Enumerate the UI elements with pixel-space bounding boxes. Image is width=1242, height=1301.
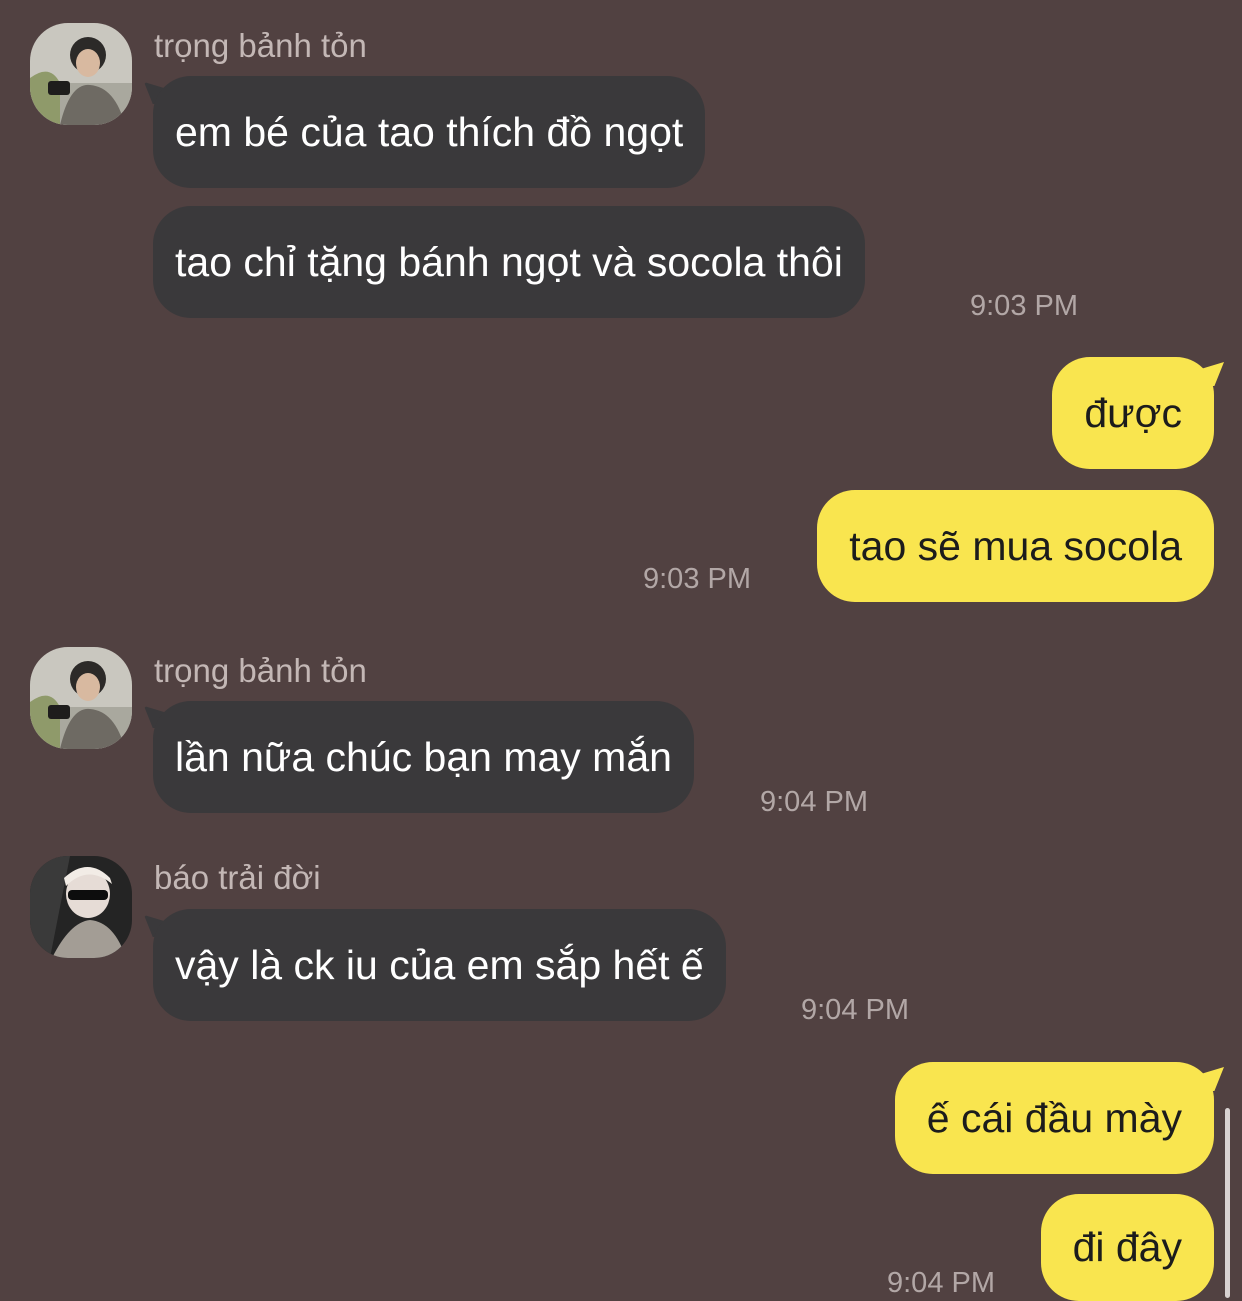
outgoing-message-bubble[interactable]: đi đây: [1040, 1194, 1214, 1301]
incoming-message-bubble[interactable]: vậy là ck iu của em sắp hết ế: [153, 909, 726, 1021]
message-timestamp: 9:03 PM: [643, 563, 751, 595]
avatar-photo-icon: [30, 647, 132, 749]
avatar-trong-banh-ton[interactable]: [30, 647, 132, 749]
sender-name: trọng bảnh tỏn: [154, 27, 367, 64]
avatar-sunglasses-icon: [30, 856, 132, 958]
message-timestamp: 9:04 PM: [760, 786, 868, 818]
message-timestamp: 9:03 PM: [970, 290, 1078, 322]
outgoing-message-bubble[interactable]: ế cái đầu mày: [894, 1062, 1214, 1174]
incoming-message-bubble[interactable]: tao chỉ tặng bánh ngọt và socola thôi: [153, 206, 865, 318]
incoming-message-bubble[interactable]: em bé của tao thích đồ ngọt: [153, 76, 706, 188]
sender-name: trọng bảnh tỏn: [154, 652, 367, 689]
outgoing-message-bubble[interactable]: được: [1052, 357, 1214, 469]
message-timestamp: 9:04 PM: [887, 1267, 995, 1299]
avatar-photo-icon: [30, 23, 132, 125]
avatar-trong-banh-ton[interactable]: [30, 23, 132, 125]
incoming-message-bubble[interactable]: lần nữa chúc bạn may mắn: [153, 701, 694, 813]
sender-name: báo trải đời: [154, 859, 321, 896]
outgoing-message-bubble[interactable]: tao sẽ mua socola: [817, 490, 1214, 602]
message-timestamp: 9:04 PM: [801, 994, 909, 1026]
scrollbar[interactable]: [1225, 1108, 1230, 1298]
avatar-bao-trai-doi[interactable]: [30, 856, 132, 958]
